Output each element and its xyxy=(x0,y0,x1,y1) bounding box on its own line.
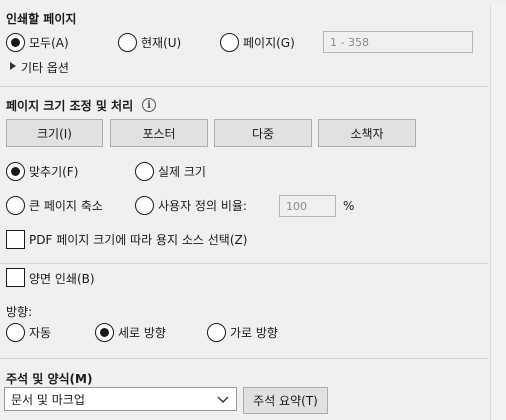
page-sizing-title: 페이지 크기 조정 및 처리 xyxy=(6,99,134,113)
radio-landscape-label: 가로 방향 xyxy=(230,326,278,340)
scale-input[interactable]: 100 xyxy=(279,195,336,217)
booklet-button[interactable]: 소책자 xyxy=(318,119,416,147)
chevron-down-icon xyxy=(217,396,229,403)
page-sizing-panel: 페이지 크기 조정 및 처리 i 크기(I) 포스터 다중 소책자 맞추기(F)… xyxy=(0,87,488,264)
comment-summary-button[interactable]: 주석 요약(T) xyxy=(243,387,328,414)
duplex-orientation-panel: 양면 인쇄(B) 방향: 자동 세로 방향 가로 방향 xyxy=(0,264,488,359)
radio-all[interactable] xyxy=(6,33,25,52)
duplex-checkbox[interactable] xyxy=(6,268,25,287)
radio-portrait[interactable] xyxy=(95,323,114,342)
page-range-input[interactable]: 1 - 358 xyxy=(323,31,473,53)
radio-landscape[interactable] xyxy=(207,323,226,342)
radio-fit-label: 맞추기(F) xyxy=(29,165,79,179)
comments-title: 주석 및 양식(M) xyxy=(6,372,93,386)
radio-portrait-label: 세로 방향 xyxy=(118,326,166,340)
radio-pages-label: 페이지(G) xyxy=(243,36,295,50)
info-icon[interactable]: i xyxy=(142,98,156,112)
paper-source-label: PDF 페이지 크기에 따라 용지 소스 선택(Z) xyxy=(29,233,248,247)
orientation-title: 방향: xyxy=(6,305,33,319)
radio-fit[interactable] xyxy=(6,162,25,181)
radio-auto-label: 자동 xyxy=(29,326,52,340)
radio-custom-scale[interactable] xyxy=(135,196,154,215)
radio-shrink-label: 큰 페이지 축소 xyxy=(29,199,103,213)
radio-current[interactable] xyxy=(118,33,137,52)
radio-all-label: 모두(A) xyxy=(29,36,69,50)
radio-actual-size[interactable] xyxy=(135,162,154,181)
radio-pages[interactable] xyxy=(220,33,239,52)
more-options-link[interactable]: 기타 옵션 xyxy=(21,59,69,76)
preview-panel-edge xyxy=(490,5,506,420)
duplex-label: 양면 인쇄(B) xyxy=(29,272,95,286)
radio-current-label: 현재(U) xyxy=(141,36,182,50)
comments-dropdown-value: 문서 및 마크업 xyxy=(11,392,85,407)
expand-arrow-icon[interactable] xyxy=(10,62,16,70)
radio-shrink[interactable] xyxy=(6,196,25,215)
comments-dropdown[interactable]: 문서 및 마크업 xyxy=(4,387,237,411)
multiple-button[interactable]: 다중 xyxy=(214,119,312,147)
radio-custom-scale-label: 사용자 정의 비율: xyxy=(158,199,247,213)
radio-actual-size-label: 실제 크기 xyxy=(158,165,206,179)
print-range-panel: 인쇄할 페이지 모두(A) 현재(U) 페이지(G) 1 - 358 기타 옵션 xyxy=(0,0,488,87)
percent-sign: % xyxy=(343,199,355,213)
comments-panel: 주석 및 양식(M) 문서 및 마크업 주석 요약(T) xyxy=(0,359,488,420)
print-range-title: 인쇄할 페이지 xyxy=(6,12,77,26)
size-button[interactable]: 크기(I) xyxy=(6,119,103,147)
poster-button[interactable]: 포스터 xyxy=(110,119,208,147)
radio-auto[interactable] xyxy=(6,323,25,342)
paper-source-checkbox[interactable] xyxy=(6,230,25,249)
